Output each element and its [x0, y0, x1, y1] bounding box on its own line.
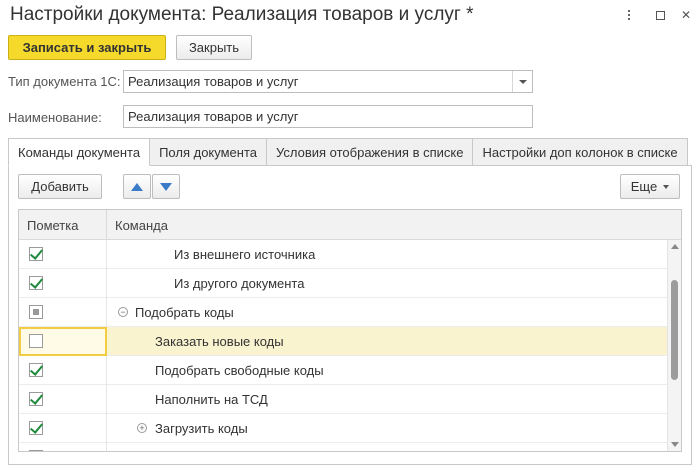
command-label: Из внешнего источника [174, 247, 316, 262]
chevron-down-icon [663, 184, 670, 189]
column-header-mark[interactable]: Пометка [19, 210, 107, 240]
name-label: Наименование: [8, 110, 102, 125]
table-row[interactable]: Наполнить на ТСД [19, 385, 667, 414]
expand-icon[interactable]: + [137, 423, 147, 433]
checkbox[interactable] [29, 450, 43, 451]
scroll-down-icon[interactable] [671, 442, 679, 447]
checkbox[interactable] [29, 421, 43, 435]
more-menu-icon[interactable] [620, 6, 638, 24]
more-button[interactable]: Еще [620, 174, 680, 199]
checkbox[interactable] [29, 363, 43, 377]
scrollbar-thumb[interactable] [671, 280, 678, 380]
doc-type-select[interactable]: Реализация товаров и услуг [123, 70, 533, 93]
arrow-down-icon [160, 182, 172, 191]
table-row[interactable]: + Загрузить коды [19, 414, 667, 443]
collapse-icon[interactable]: − [118, 307, 128, 317]
more-label: Еще [630, 179, 658, 194]
table-row[interactable]: − Подобрать коды [19, 298, 667, 327]
command-label: Из другого документа [174, 276, 305, 291]
close-button[interactable]: Закрыть [176, 35, 252, 60]
vertical-scrollbar[interactable] [667, 240, 681, 451]
commands-table: Пометка Команда Из внешнего источника Из… [18, 209, 682, 452]
table-header: Пометка Команда [19, 210, 681, 240]
checkbox[interactable] [29, 276, 43, 290]
command-label: Подобрать коды [135, 305, 234, 320]
window-title: Настройки документа: Реализация товаров … [10, 4, 474, 25]
doc-type-value: Реализация товаров и услуг [128, 74, 299, 89]
tab-extra-columns-settings[interactable]: Настройки доп колонок в списке [473, 138, 688, 166]
save-and-close-button[interactable]: Записать и закрыть [8, 35, 166, 60]
checkbox[interactable] [29, 247, 43, 261]
doc-type-label: Тип документа 1С: [8, 74, 121, 89]
command-label: Заказать новые коды [155, 334, 284, 349]
tab-document-commands[interactable]: Команды документа [8, 138, 151, 166]
table-row[interactable]: Из внешнего источника [19, 240, 667, 269]
tab-document-fields[interactable]: Поля документа [150, 138, 267, 166]
move-down-button[interactable] [152, 174, 180, 199]
table-row[interactable]: Заказать новые коды [19, 327, 667, 356]
scroll-up-icon[interactable] [671, 244, 679, 249]
command-label: Наполнить на ТСД [155, 392, 268, 407]
close-icon[interactable]: ✕ [677, 6, 695, 24]
add-button[interactable]: Добавить [18, 174, 102, 199]
table-row[interactable]: Подобрать свободные коды [19, 356, 667, 385]
checkbox[interactable] [29, 392, 43, 406]
table-row[interactable] [19, 443, 667, 451]
command-label: Загрузить коды [155, 421, 248, 436]
tab-bar: Команды документа Поля документа Условия… [8, 138, 688, 166]
arrow-up-icon [131, 182, 143, 191]
column-header-command[interactable]: Команда [107, 210, 667, 240]
name-field[interactable]: Реализация товаров и услуг [123, 105, 533, 128]
tab-list-display-conditions[interactable]: Условия отображения в списке [267, 138, 474, 166]
maximize-icon[interactable] [651, 6, 669, 24]
move-up-button[interactable] [123, 174, 151, 199]
table-row[interactable]: Из другого документа [19, 269, 667, 298]
name-value: Реализация товаров и услуг [128, 109, 299, 124]
checkbox[interactable] [29, 334, 43, 348]
checkbox[interactable] [29, 305, 43, 319]
command-label: Подобрать свободные коды [155, 363, 324, 378]
chevron-down-icon[interactable] [512, 71, 532, 92]
